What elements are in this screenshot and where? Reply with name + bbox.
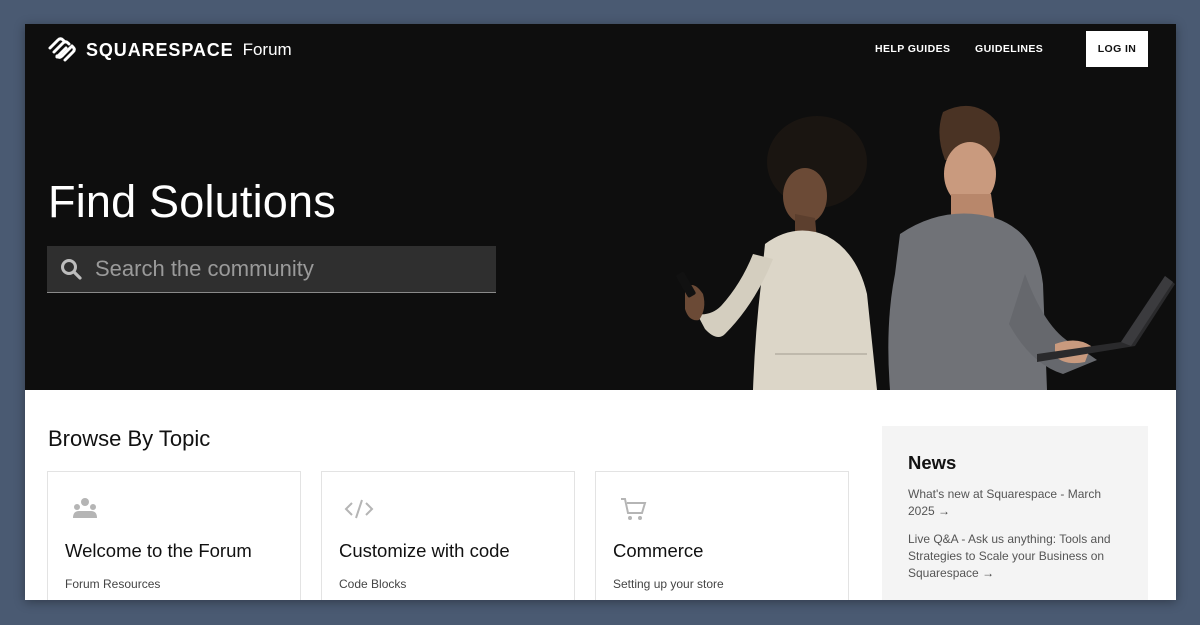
top-navigation: SQUARESPACE Forum HELP GUIDES GUIDELINES… bbox=[25, 24, 1176, 84]
nav-help-guides[interactable]: HELP GUIDES bbox=[875, 43, 950, 55]
hero-photo-people-with-devices bbox=[676, 105, 1175, 390]
login-button[interactable]: LOG IN bbox=[1086, 31, 1148, 67]
community-icon bbox=[73, 498, 97, 518]
browser-viewport: SQUARESPACE Forum HELP GUIDES GUIDELINES… bbox=[25, 24, 1176, 600]
cart-icon bbox=[621, 498, 647, 520]
topic-card-subtopic-link[interactable]: Forum Resources bbox=[65, 577, 160, 591]
topic-card-title: Commerce bbox=[613, 540, 704, 561]
browse-by-topic-heading: Browse By Topic bbox=[48, 426, 211, 451]
news-panel: News What's new at Squarespace - March 2… bbox=[882, 426, 1148, 600]
squarespace-forum-logo-link[interactable]: SQUARESPACE Forum bbox=[47, 37, 292, 63]
hero-section: SQUARESPACE Forum HELP GUIDES GUIDELINES… bbox=[25, 24, 1176, 390]
man-with-laptop-illustration bbox=[888, 105, 1175, 390]
news-item-text: Live Q&A - Ask us anything: Tools and St… bbox=[908, 532, 1111, 580]
squarespace-logo-icon bbox=[48, 37, 76, 62]
topic-card-subtopic-link[interactable]: Setting up your store bbox=[613, 577, 724, 591]
arrow-right-icon: → bbox=[938, 504, 951, 518]
nav-guidelines[interactable]: GUIDELINES bbox=[975, 43, 1043, 55]
topic-card-customize-code[interactable]: Customize with code Code Blocks bbox=[321, 471, 575, 600]
woman-with-phone-illustration bbox=[676, 116, 877, 390]
search-icon bbox=[61, 259, 82, 280]
news-item-text: What's new at Squarespace - March 2025 bbox=[908, 487, 1102, 518]
brand-name: SQUARESPACE bbox=[86, 39, 234, 60]
topic-card-commerce[interactable]: Commerce Setting up your store bbox=[595, 471, 849, 600]
search-input[interactable] bbox=[95, 249, 475, 289]
code-icon bbox=[344, 499, 374, 519]
brand-suffix: Forum bbox=[242, 40, 292, 59]
topic-card-subtopic-link[interactable]: Code Blocks bbox=[339, 577, 406, 591]
news-item[interactable]: What's new at Squarespace - March 2025 → bbox=[908, 486, 1122, 520]
topic-card-title: Customize with code bbox=[339, 540, 510, 561]
arrow-right-icon: → bbox=[982, 566, 995, 580]
news-item[interactable]: Live Q&A - Ask us anything: Tools and St… bbox=[908, 531, 1122, 582]
topic-card-title: Welcome to the Forum bbox=[65, 540, 252, 561]
topic-card-welcome[interactable]: Welcome to the Forum Forum Resources bbox=[47, 471, 301, 600]
news-heading: News bbox=[908, 452, 957, 473]
community-search-bar[interactable] bbox=[47, 246, 496, 293]
hero-title: Find Solutions bbox=[48, 176, 336, 227]
